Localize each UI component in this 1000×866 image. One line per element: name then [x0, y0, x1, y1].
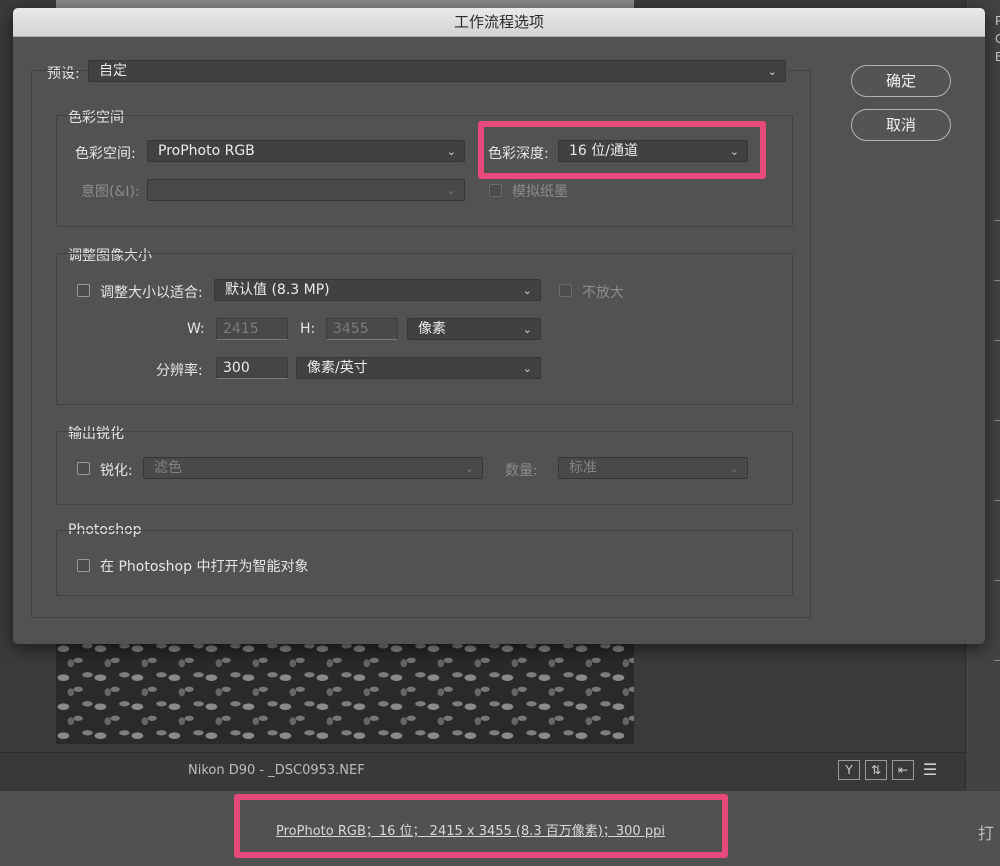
resize-to-fit-select[interactable]: 默认值 (8.3 MP) ⌄ [214, 279, 541, 301]
panel-tick [994, 220, 1000, 221]
image-preview [56, 640, 634, 744]
resize-to-fit-value: 默认值 (8.3 MP) [225, 282, 330, 298]
preferences-sliders-icon[interactable]: ☰ [919, 760, 941, 780]
open-as-smart-object-checkbox[interactable] [77, 559, 90, 572]
amount-select[interactable]: 标准 ⌄ [558, 457, 748, 479]
sharpen-select[interactable]: 滤色 ⌄ [143, 457, 483, 479]
partial-button-label[interactable]: 打 [978, 820, 994, 844]
panel-tick [994, 580, 1000, 581]
resolution-unit-value: 像素/英寸 [307, 360, 368, 376]
simulate-paper-ink-checkbox[interactable] [489, 184, 502, 197]
before-after-y-icon[interactable]: Y [838, 760, 860, 780]
panel-tick [994, 420, 1000, 421]
dont-enlarge-checkbox[interactable] [559, 284, 572, 297]
color-space-select[interactable]: ProPhoto RGB ⌄ [147, 140, 465, 162]
right-panel-letter: P [995, 14, 1000, 28]
height-input[interactable]: 3455 [326, 318, 398, 340]
height-label: H: [300, 321, 316, 337]
chevron-down-icon: ⌄ [522, 284, 532, 297]
chevron-down-icon: ⌄ [446, 145, 456, 158]
width-input[interactable]: 2415 [216, 318, 288, 340]
chevron-down-icon: ⌄ [522, 323, 532, 336]
resize-to-fit-checkbox[interactable] [77, 284, 90, 297]
resolution-input[interactable]: 300 [216, 357, 288, 379]
resolution-label: 分辨率: [156, 363, 203, 379]
copy-settings-icon[interactable]: ⇤ [892, 760, 914, 780]
sharpen-label: 锐化: [100, 463, 133, 479]
chevron-down-icon: ⌄ [446, 184, 456, 197]
panel-tick [994, 660, 1000, 661]
chevron-down-icon: ⌄ [464, 462, 474, 475]
dialog-title: 工作流程选项 [13, 8, 985, 37]
workflow-options-dialog: 工作流程选项 预设: 自定 ⌄ 确定 取消 色彩空间 色彩空间: ProPhot… [13, 8, 985, 644]
intent-label: 意图(&I): [81, 184, 140, 200]
simulate-paper-ink-label: 模拟纸墨 [512, 184, 568, 200]
width-label: W: [187, 321, 205, 337]
dont-enlarge-label: 不放大 [582, 285, 624, 301]
panel-tick [994, 340, 1000, 341]
size-unit-value: 像素 [418, 321, 446, 337]
panel-tick [994, 500, 1000, 501]
sharpen-value: 滤色 [154, 460, 182, 476]
right-panel-letter: E [995, 50, 1000, 64]
color-space-value: ProPhoto RGB [158, 143, 255, 159]
resize-to-fit-label: 调整大小以适合: [100, 285, 203, 301]
intent-select[interactable]: ⌄ [147, 179, 465, 201]
ok-button[interactable]: 确定 [851, 65, 951, 97]
filmstrip-bar [0, 752, 965, 791]
file-name: Nikon D90 - _DSC0953.NEF [188, 763, 365, 778]
panel-tick [994, 280, 1000, 281]
amount-label: 数量: [505, 463, 538, 479]
amount-value: 标准 [569, 460, 597, 476]
size-unit-select[interactable]: 像素 ⌄ [407, 318, 541, 340]
cancel-button[interactable]: 取消 [851, 109, 951, 141]
open-as-smart-object-label: 在 Photoshop 中打开为智能对象 [100, 559, 309, 575]
sharpen-checkbox[interactable] [77, 462, 90, 475]
color-space-label: 色彩空间: [75, 146, 136, 162]
annotation-highlight-color-depth [478, 121, 766, 179]
swap-icon[interactable]: ⇅ [865, 760, 887, 780]
toolbar-icons: Y ⇅ ⇤ ☰ [838, 760, 941, 782]
annotation-highlight-status [234, 794, 728, 858]
chevron-down-icon: ⌄ [729, 462, 739, 475]
right-panel-letter: C [995, 32, 1000, 46]
chevron-down-icon: ⌄ [522, 362, 532, 375]
resolution-unit-select[interactable]: 像素/英寸 ⌄ [296, 357, 541, 379]
